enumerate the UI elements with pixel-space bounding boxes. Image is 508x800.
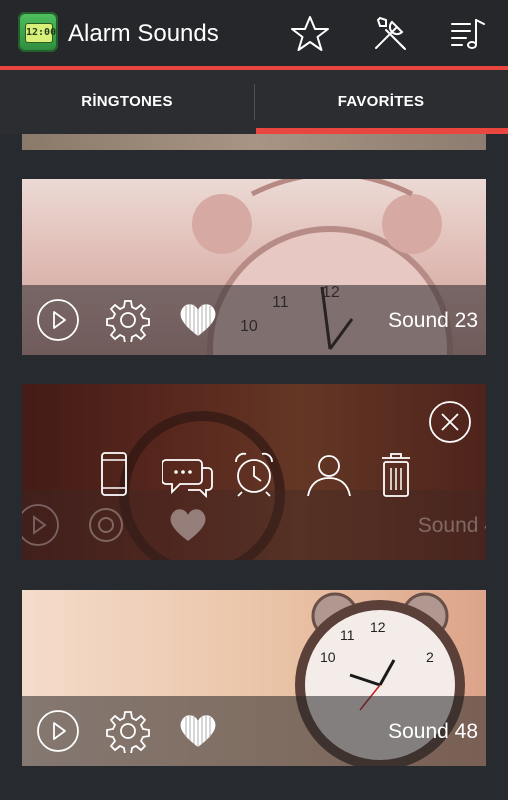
play-button[interactable] — [36, 298, 80, 342]
sound-card: 12 11 10 2 Sound 48 — [22, 590, 486, 766]
sms-tone-icon[interactable] — [162, 450, 216, 498]
card-controls: Sound 23 — [22, 285, 486, 355]
card-controls: Sound 4 — [22, 490, 486, 560]
sound-name: Sound 4 — [417, 514, 486, 537]
alarm-clock-icon[interactable] — [232, 450, 276, 498]
settings-gear-button[interactable] — [106, 298, 150, 342]
svg-text:2: 2 — [426, 649, 434, 665]
app-title: Alarm Sounds — [68, 20, 219, 47]
card-controls: Sound 48 — [22, 696, 486, 766]
star-icon[interactable] — [290, 14, 330, 54]
app-logo-icon: 12:00 — [18, 12, 58, 52]
sound-card: 11 12 10 Sound 23 — [22, 179, 486, 355]
favorite-heart-button[interactable] — [176, 298, 220, 342]
settings-gear-button[interactable] — [84, 503, 128, 547]
svg-text:12: 12 — [370, 619, 386, 635]
favorite-heart-button[interactable] — [176, 709, 220, 753]
contact-icon[interactable] — [304, 450, 354, 498]
tools-icon[interactable] — [370, 14, 410, 54]
settings-gear-button[interactable] — [106, 709, 150, 753]
playlist-icon[interactable] — [448, 14, 488, 54]
sound-name: Sound 23 — [388, 309, 478, 332]
tab-favorites[interactable]: FAVORİTES — [254, 70, 508, 134]
close-icon[interactable] — [428, 400, 472, 444]
delete-icon[interactable] — [374, 450, 418, 498]
tab-bar: RİNGTONES FAVORİTES — [0, 70, 508, 134]
favorite-heart-button[interactable] — [166, 503, 210, 547]
tab-ringtones[interactable]: RİNGTONES — [0, 70, 254, 134]
phone-ringtone-icon[interactable] — [92, 450, 136, 498]
card-partial — [22, 134, 486, 150]
app-logo-text: 12:00 — [25, 23, 56, 43]
svg-text:11: 11 — [340, 627, 355, 643]
play-button[interactable] — [36, 709, 80, 753]
sound-name: Sound 48 — [388, 720, 478, 743]
svg-text:10: 10 — [320, 649, 336, 665]
play-button[interactable] — [22, 503, 60, 547]
app-bar: 12:00 Alarm Sounds — [0, 0, 508, 70]
